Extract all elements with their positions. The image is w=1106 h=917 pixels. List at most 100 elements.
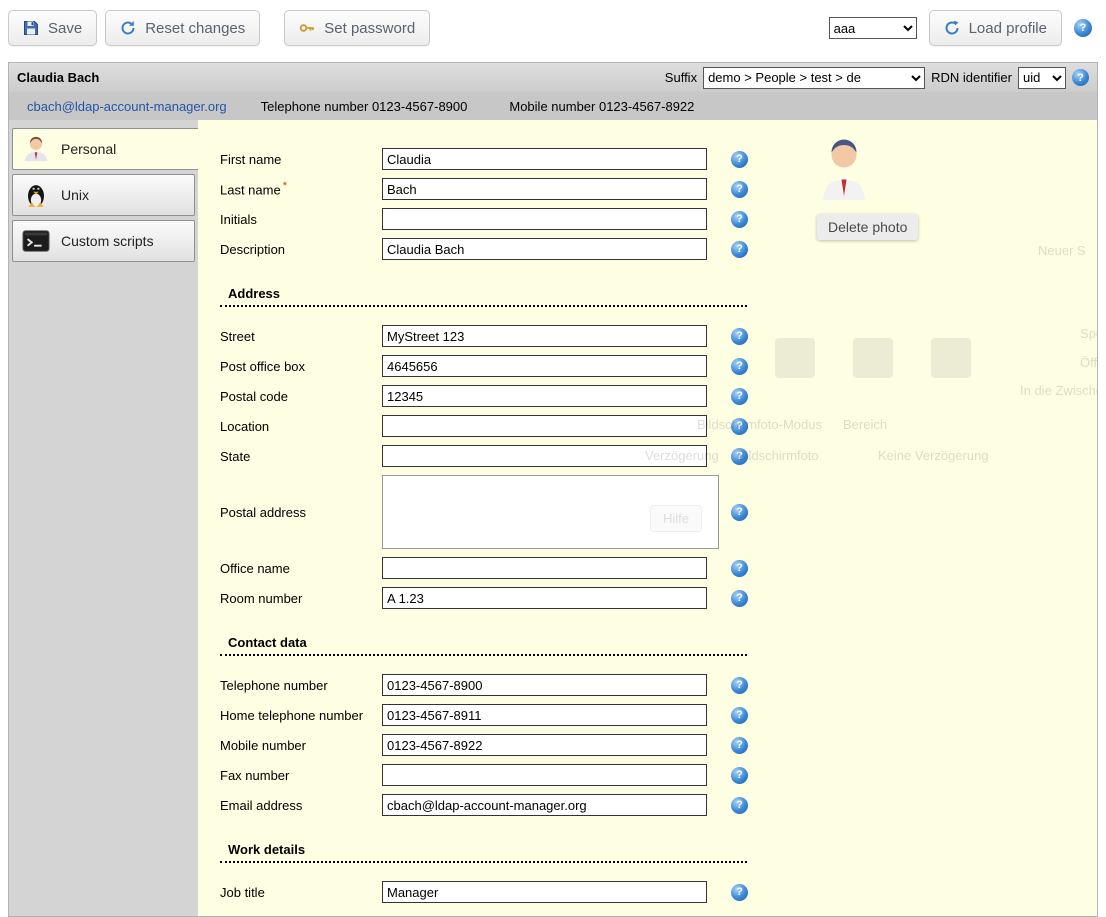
module-sidebar: Personal Unix Custom scripts	[9, 120, 198, 916]
room-number-label: Room number	[220, 591, 382, 606]
section-header-work: Work details	[220, 842, 747, 863]
help-icon[interactable]	[731, 677, 748, 694]
form-row: Mobile number	[220, 734, 1097, 756]
save-button[interactable]: Save	[8, 10, 97, 46]
room-number-input[interactable]	[382, 587, 707, 609]
help-icon[interactable]	[731, 504, 748, 521]
initials-input[interactable]	[382, 208, 707, 230]
help-icon[interactable]	[731, 560, 748, 577]
key-icon	[299, 20, 315, 36]
email-label: Email address	[220, 798, 382, 813]
tab-custom-scripts-label: Custom scripts	[61, 233, 154, 249]
postal-address-textarea[interactable]	[382, 475, 719, 549]
load-profile-button[interactable]: Load profile	[929, 10, 1062, 46]
account-subheader: cbach@ldap-account-manager.org Telephone…	[9, 92, 1097, 120]
job-title-label: Job title	[220, 885, 382, 900]
form-row: Post office box	[220, 355, 1097, 377]
help-icon[interactable]	[731, 884, 748, 901]
save-label: Save	[48, 20, 82, 37]
header-right-group: Suffix demo > People > test > de RDN ide…	[665, 67, 1089, 89]
profile-select[interactable]: aaa	[829, 17, 917, 39]
help-icon[interactable]	[731, 358, 748, 375]
form-row: Fax number	[220, 764, 1097, 786]
first-name-label: First name	[220, 152, 382, 167]
fax-input[interactable]	[382, 764, 707, 786]
street-input[interactable]	[382, 325, 707, 347]
form-row: Job title	[220, 881, 1097, 903]
suffix-select[interactable]: demo > People > test > de	[703, 67, 925, 89]
postal-address-label: Postal address	[220, 505, 382, 520]
tab-unix-label: Unix	[61, 187, 89, 203]
help-icon[interactable]	[1074, 19, 1092, 37]
set-password-button[interactable]: Set password	[284, 10, 430, 46]
mobile-input[interactable]	[382, 734, 707, 756]
help-icon[interactable]	[1072, 69, 1089, 86]
form-row: Initials	[220, 208, 1097, 230]
form-row: Telephone number	[220, 674, 1097, 696]
help-icon[interactable]	[731, 707, 748, 724]
help-icon[interactable]	[731, 418, 748, 435]
personal-form: Neuer S Speichern Öffne In die Zwischena…	[198, 120, 1097, 916]
user-photo	[820, 138, 868, 200]
location-input[interactable]	[382, 415, 707, 437]
help-icon[interactable]	[731, 241, 748, 258]
help-icon[interactable]	[731, 737, 748, 754]
help-icon[interactable]	[731, 590, 748, 607]
form-row: Office name	[220, 557, 1097, 579]
po-box-input[interactable]	[382, 355, 707, 377]
help-icon[interactable]	[731, 211, 748, 228]
form-row: Room number	[220, 587, 1097, 609]
section-header-address: Address	[220, 286, 747, 307]
form-row: Home telephone number	[220, 704, 1097, 726]
form-row: Last name*	[220, 178, 1097, 200]
suffix-label: Suffix	[665, 70, 697, 85]
tux-penguin-icon	[21, 180, 51, 210]
telephone-text: Telephone number 0123-4567-8900	[261, 99, 468, 114]
home-telephone-input[interactable]	[382, 704, 707, 726]
top-toolbar: Save Reset changes Set password aaa Load…	[0, 0, 1106, 56]
help-icon[interactable]	[731, 151, 748, 168]
email-input[interactable]	[382, 794, 707, 816]
page-title: Claudia Bach	[17, 70, 99, 85]
last-name-input[interactable]	[382, 178, 707, 200]
state-input[interactable]	[382, 445, 707, 467]
description-input[interactable]	[382, 238, 707, 260]
first-name-input[interactable]	[382, 148, 707, 170]
tab-personal-label: Personal	[61, 141, 116, 157]
fax-label: Fax number	[220, 768, 382, 783]
help-icon[interactable]	[731, 448, 748, 465]
help-icon[interactable]	[731, 328, 748, 345]
help-icon[interactable]	[731, 797, 748, 814]
reset-changes-button[interactable]: Reset changes	[105, 10, 260, 46]
help-icon[interactable]	[731, 181, 748, 198]
undo-icon	[120, 20, 136, 36]
office-name-label: Office name	[220, 561, 382, 576]
location-label: Location	[220, 419, 382, 434]
help-icon[interactable]	[731, 767, 748, 784]
tab-unix[interactable]: Unix	[12, 174, 195, 216]
office-name-input[interactable]	[382, 557, 707, 579]
description-label: Description	[220, 242, 382, 257]
form-row: First name	[220, 148, 1097, 170]
state-label: State	[220, 449, 382, 464]
mobile-label: Mobile number	[220, 738, 382, 753]
set-password-label: Set password	[324, 20, 415, 37]
postal-code-label: Postal code	[220, 389, 382, 404]
tab-personal[interactable]: Personal	[12, 128, 198, 170]
account-header: Claudia Bach Suffix demo > People > test…	[9, 63, 1097, 92]
telephone-input[interactable]	[382, 674, 707, 696]
last-name-label: Last name*	[220, 180, 382, 197]
reset-changes-label: Reset changes	[145, 20, 245, 37]
form-row: Location	[220, 415, 1097, 437]
email-link[interactable]: cbach@ldap-account-manager.org	[27, 99, 227, 114]
load-profile-label: Load profile	[969, 20, 1047, 37]
rdn-label: RDN identifier	[931, 70, 1012, 85]
section-header-contact: Contact data	[220, 635, 747, 656]
help-icon[interactable]	[731, 388, 748, 405]
rdn-select[interactable]: uid	[1018, 67, 1066, 89]
postal-code-input[interactable]	[382, 385, 707, 407]
form-row: Street	[220, 325, 1097, 347]
delete-photo-button[interactable]: Delete photo	[817, 214, 918, 240]
job-title-input[interactable]	[382, 881, 707, 903]
tab-custom-scripts[interactable]: Custom scripts	[12, 220, 195, 262]
